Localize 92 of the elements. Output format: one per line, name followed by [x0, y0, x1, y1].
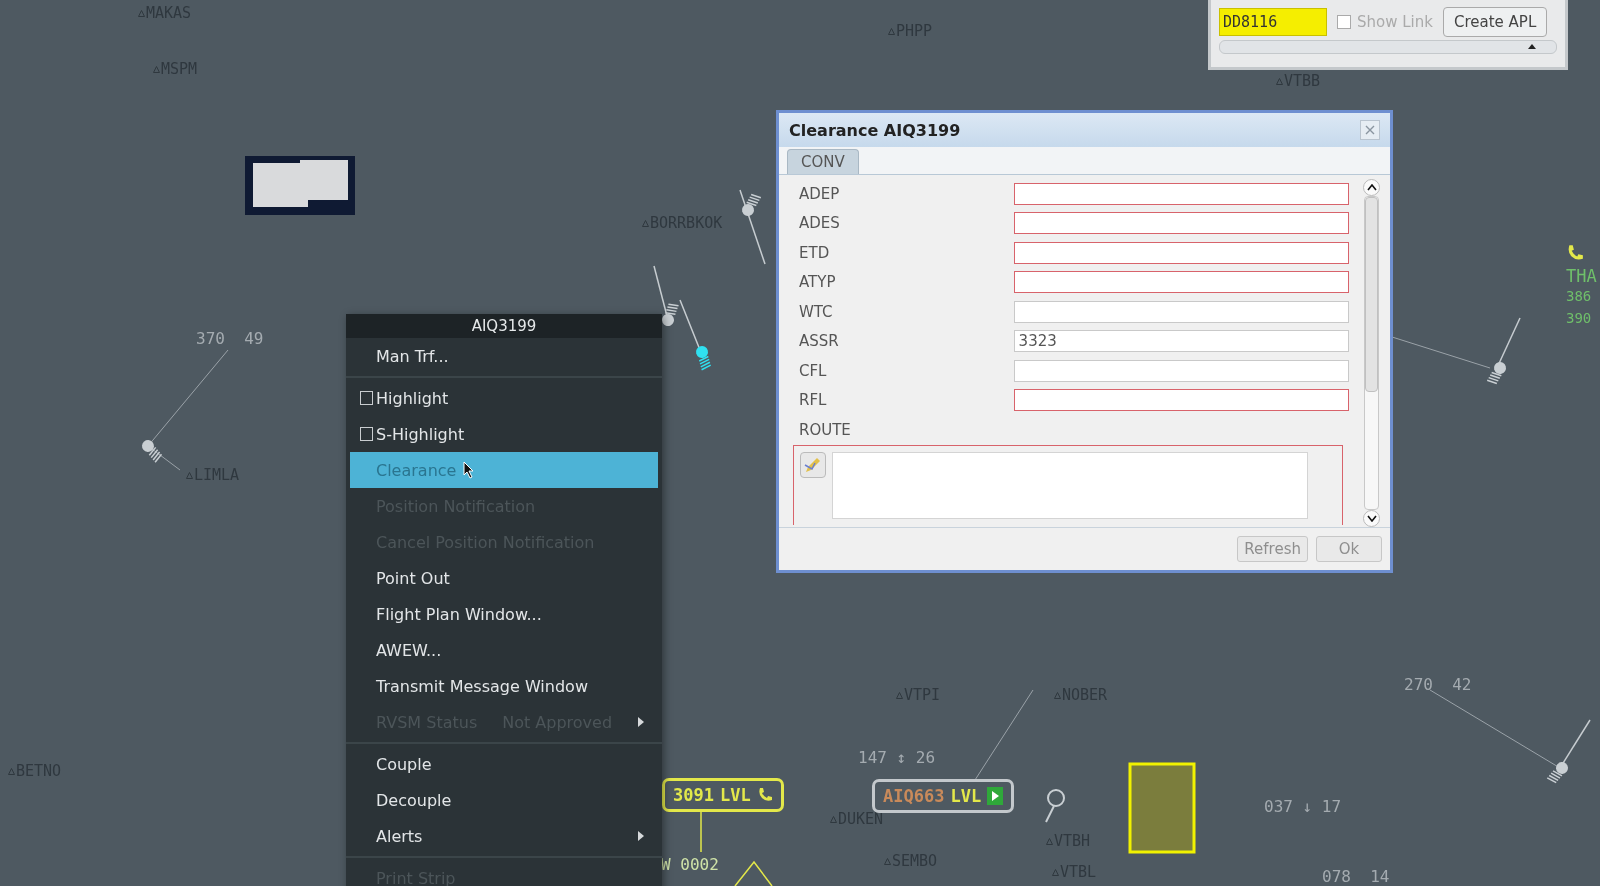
- input-field[interactable]: 3323: [1013, 330, 1349, 353]
- input-field[interactable]: [1013, 359, 1349, 382]
- menu-item[interactable]: Transmit Message Window: [350, 668, 658, 704]
- scrollbar[interactable]: [1364, 196, 1379, 510]
- waypoint-icon: [896, 692, 903, 699]
- create-apl-button[interactable]: Create APL: [1442, 7, 1548, 37]
- field-label: ETD: [798, 243, 831, 262]
- scroll-thumb[interactable]: [1365, 197, 1378, 393]
- waypoint-icon: [884, 858, 891, 865]
- menu-item-label: Clearance: [376, 460, 457, 480]
- waypoint-icon: [1046, 838, 1053, 845]
- menu-item-label: Decouple: [376, 790, 452, 810]
- waypoint-icon: [1052, 869, 1059, 876]
- field-label: ATYP: [798, 273, 837, 292]
- field-label: WTC: [798, 302, 834, 321]
- scroll-down-button[interactable]: [1363, 510, 1380, 527]
- close-button[interactable]: [1360, 120, 1380, 140]
- phone-icon: [1566, 244, 1584, 262]
- tab[interactable]: CONV: [787, 149, 859, 174]
- menu-item-label: Alerts: [376, 826, 423, 846]
- field-label: ASSR: [798, 332, 840, 351]
- track-readout: 370 49: [196, 329, 264, 348]
- aircraft-tag[interactable]: AIQ663 LVL: [872, 779, 1015, 813]
- aircraft-tag[interactable]: 3091 LVL: [662, 778, 784, 812]
- callsign: 3091: [673, 785, 714, 805]
- play-icon: [987, 787, 1004, 805]
- field-label: ROUTE: [798, 420, 852, 439]
- track-label: THA: [1566, 266, 1597, 286]
- aircraft-icon[interactable]: [1546, 762, 1568, 784]
- menu-item[interactable]: Alerts: [350, 818, 658, 854]
- menu-item-label: Couple: [376, 754, 432, 774]
- aircraft-icon[interactable]: [142, 440, 163, 463]
- waypoint-icon: [830, 816, 837, 823]
- close-icon: [1365, 124, 1375, 135]
- route-edit-button[interactable]: [800, 451, 826, 478]
- menu-item[interactable]: Man Trf...: [350, 338, 658, 374]
- menu-item-label: AWEW...: [376, 640, 442, 660]
- chevron-down-icon: [1366, 515, 1377, 522]
- menu-item-label: Highlight: [376, 388, 449, 408]
- menu-item[interactable]: Couple: [350, 746, 658, 782]
- menu-item[interactable]: AWEW...: [350, 632, 658, 668]
- collapse-handle[interactable]: [1219, 40, 1557, 54]
- track-label: 386: [1566, 288, 1592, 304]
- track-readout: 037 ↓ 17: [1264, 797, 1342, 816]
- input-field[interactable]: [1013, 300, 1349, 323]
- field-label: RFL: [798, 391, 828, 410]
- callsign: AIQ663: [883, 786, 945, 806]
- waypoint-icon: [138, 10, 145, 17]
- phone-icon: [756, 787, 773, 803]
- menu-item-label: Point Out: [376, 568, 450, 588]
- waypoint-icon: [153, 66, 160, 73]
- track-readout: 078 14: [1322, 867, 1390, 886]
- input-field[interactable]: [1013, 271, 1349, 294]
- menu-item[interactable]: Flight Plan Window...: [350, 596, 658, 632]
- field-label: CFL: [798, 361, 828, 380]
- menu-item-label: Transmit Message Window: [376, 676, 588, 696]
- callsign-field[interactable]: DD8116: [1219, 8, 1327, 36]
- cursor-icon: [463, 461, 476, 479]
- chevron-up-icon: [1366, 184, 1377, 191]
- menu-title: AIQ3199: [346, 314, 662, 338]
- aircraft-icon[interactable]: [1045, 789, 1065, 823]
- track-readout: 270 42: [1404, 675, 1472, 694]
- aircraft-icon[interactable]: [1486, 362, 1506, 385]
- menu-item[interactable]: Point Out: [350, 560, 658, 596]
- field-label: ADES: [798, 214, 841, 233]
- level-status: LVL: [950, 786, 982, 806]
- window-title: Clearance AIQ3199: [789, 120, 961, 140]
- waypoint-icon: [8, 768, 15, 775]
- menu-item[interactable]: Decouple: [350, 782, 658, 818]
- input-field[interactable]: [1013, 241, 1349, 264]
- menu-item-label: Man Trf...: [376, 346, 449, 366]
- level-status: LVL: [719, 785, 751, 805]
- aircraft-icon[interactable]: [696, 346, 712, 371]
- input-field[interactable]: [1013, 212, 1349, 235]
- menu-item-label: Flight Plan Window...: [376, 604, 542, 624]
- waypoint-icon: [642, 220, 649, 227]
- menu-item[interactable]: S-Highlight: [350, 416, 658, 452]
- waypoint-icon: [1276, 78, 1283, 85]
- field-label: ADEP: [798, 184, 841, 203]
- track-line: [700, 809, 702, 853]
- waypoint-icon: [1054, 692, 1061, 699]
- aircraft-icon[interactable]: [662, 303, 680, 326]
- track-label: 390: [1566, 310, 1592, 326]
- track-readout: 147 ↕ 26: [858, 748, 936, 767]
- input-field[interactable]: [1013, 182, 1349, 205]
- scroll-up-button[interactable]: [1363, 179, 1380, 196]
- aircraft-icon[interactable]: [742, 193, 762, 216]
- waypoint-icon: [186, 472, 193, 479]
- menu-item-label: S-Highlight: [376, 424, 465, 444]
- waypoint-icon: [888, 28, 895, 35]
- menu-item[interactable]: Highlight: [350, 380, 658, 416]
- input-field[interactable]: [1013, 389, 1349, 412]
